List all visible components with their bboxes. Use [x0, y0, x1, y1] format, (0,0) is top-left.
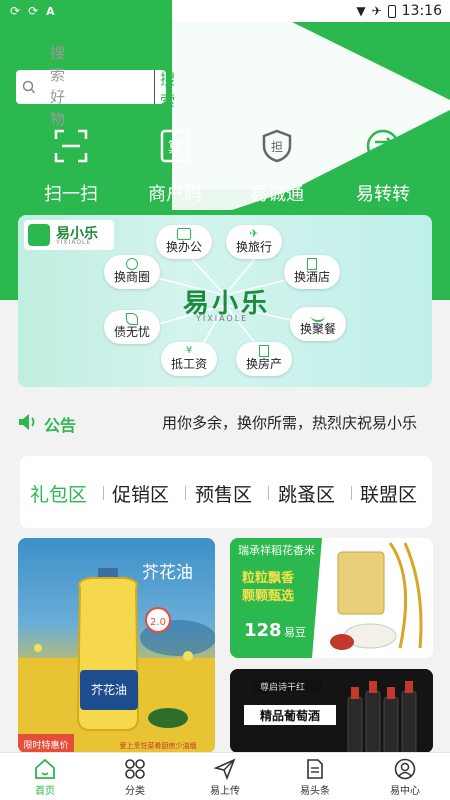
tab-label: 首页 — [35, 786, 55, 797]
svg-text:担: 担 — [271, 140, 283, 154]
tab-label: 易上传 — [210, 786, 240, 797]
tab-upload[interactable]: 易上传 — [180, 753, 270, 800]
quick-action-yizhuanzhuan[interactable]: 易转转 — [328, 128, 438, 206]
airplane-icon: ✈ — [249, 227, 259, 240]
coin-icon: ¥ — [185, 345, 193, 356]
status-time: 13:16 — [401, 3, 442, 19]
product-card-oil[interactable]: 芥花油 2.0 芥花油 限时特惠价 爱上烹饪菜肴厨房少油烟 — [18, 538, 215, 753]
search-button[interactable]: 搜索 — [160, 68, 178, 112]
chart-icon — [177, 228, 191, 240]
promo-banner[interactable]: 易小乐 YIXIAOLE 易小乐 YIXIAOLE 换办公 ✈ 换旅行 换商圈 … — [18, 215, 432, 387]
oil-badge: 2.0 — [150, 617, 166, 628]
svg-text:算: 算 — [168, 140, 182, 156]
tab-profile[interactable]: 易中心 — [360, 753, 450, 800]
oil-product-illustration: 2.0 芥花油 限时特惠价 爱上烹饪菜肴厨房少油烟 — [18, 568, 215, 753]
document-icon — [307, 759, 323, 779]
oil-product-label: 芥花油 — [91, 682, 127, 697]
bubble-salary: ¥ 抵工资 — [161, 342, 217, 376]
bubble-travel: ✈ 换旅行 — [226, 225, 282, 259]
tab-label: 易头条 — [300, 786, 330, 797]
zone-flea-market[interactable]: 跳蚤区 — [278, 480, 335, 507]
wine-tag: 尊启诗干红 — [260, 681, 305, 693]
leaf-icon — [126, 313, 138, 325]
oil-slogan: 爱上烹饪菜肴厨房少油烟 — [120, 741, 197, 750]
category-icon — [125, 759, 145, 779]
announcement-label: 公告 — [44, 416, 77, 435]
product-card-wine[interactable]: 尊启诗干红 精品葡萄酒 — [230, 669, 433, 753]
sync-icon: ⟳ — [10, 4, 21, 18]
bottom-tab-bar: 首页 分类 易上传 易头条 易中心 — [0, 752, 450, 800]
battery-icon — [387, 4, 396, 18]
rice-price: 128 — [244, 620, 282, 641]
food-icon — [311, 310, 325, 322]
wine-title: 精品葡萄酒 — [260, 708, 320, 723]
rice-product-illustration: 瑞承祥稻花香米 粒粒飘香 颗颗甄选 128 易豆 — [230, 538, 433, 658]
user-icon — [394, 758, 416, 780]
rice-slogan-2: 颗颗甄选 — [242, 588, 294, 604]
quick-action-label: 商户码 — [148, 184, 202, 205]
refresh-icon — [126, 258, 138, 270]
search-icon — [22, 80, 36, 94]
rice-slogan-1: 粒粒飘香 — [242, 570, 295, 586]
zone-tabs: 礼包区 促销区 预售区 跳蚤区 联盟区 — [20, 456, 432, 528]
search-bar[interactable]: 搜索好物 搜索 — [16, 44, 175, 128]
home-icon — [35, 758, 55, 779]
quick-action-yichengtong[interactable]: 担 易诚通 — [222, 128, 332, 206]
quick-action-label: 易诚通 — [250, 184, 304, 205]
tab-home[interactable]: 首页 — [0, 753, 90, 800]
hub-subtitle: YIXIAOLE — [196, 314, 249, 323]
send-icon — [214, 758, 236, 780]
airplane-icon: ✈ — [371, 4, 382, 18]
bubble-hotel: 换酒店 — [284, 255, 340, 289]
tab-category[interactable]: 分类 — [90, 753, 180, 800]
calculator-icon: 算 — [160, 129, 190, 163]
quick-action-scan[interactable]: 扫一扫 — [16, 128, 126, 206]
font-icon: A — [46, 4, 55, 18]
zone-promotion[interactable]: 促销区 — [112, 480, 169, 507]
bubble-dining: 换聚餐 — [290, 307, 346, 341]
rice-title: 瑞承祥稻花香米 — [238, 543, 315, 557]
quick-action-label: 扫一扫 — [44, 184, 98, 205]
search-input[interactable]: 搜索好物 — [50, 42, 68, 130]
wifi-icon: ▼ — [356, 4, 366, 18]
bubble-office: 换办公 — [156, 225, 212, 259]
bubble-property: 换房产 — [236, 342, 292, 376]
rice-unit: 易豆 — [284, 626, 306, 639]
speaker-icon — [19, 414, 35, 430]
zone-presale[interactable]: 预售区 — [195, 480, 252, 507]
bubble-debt-free: 债无忧 — [104, 310, 160, 344]
status-bar: ⟳ ⟳ A ▼ ✈ 13:16 — [0, 0, 450, 24]
bubble-business-district: 换商圈 — [104, 255, 160, 289]
zone-alliance[interactable]: 联盟区 — [360, 480, 417, 507]
wine-product-illustration: 尊启诗干红 精品葡萄酒 — [230, 669, 433, 753]
building-icon — [259, 345, 269, 357]
shield-dan-icon: 担 — [262, 129, 292, 163]
search-divider — [154, 70, 155, 104]
sync-icon: ⟳ — [28, 4, 39, 18]
tab-label: 分类 — [125, 786, 145, 797]
tab-headlines[interactable]: 易头条 — [270, 753, 360, 800]
quick-action-merchant-code[interactable]: 算 商户码 — [120, 128, 230, 206]
announcement-text: 用你多余，换你所需，热烈庆祝易小乐 — [162, 414, 418, 432]
product-card-rice[interactable]: 瑞承祥稻花香米 粒粒飘香 颗颗甄选 128 易豆 — [230, 538, 433, 658]
announcement-bar[interactable]: 公告 用你多余，换你所需，热烈庆祝易小乐 — [0, 402, 450, 442]
tab-label: 易中心 — [390, 786, 420, 797]
building-icon — [307, 258, 317, 270]
oil-promo: 限时特惠价 — [23, 739, 68, 751]
quick-action-label: 易转转 — [356, 184, 410, 205]
scan-icon — [54, 129, 88, 163]
exchange-icon — [366, 129, 400, 163]
zone-gift[interactable]: 礼包区 — [30, 480, 87, 507]
